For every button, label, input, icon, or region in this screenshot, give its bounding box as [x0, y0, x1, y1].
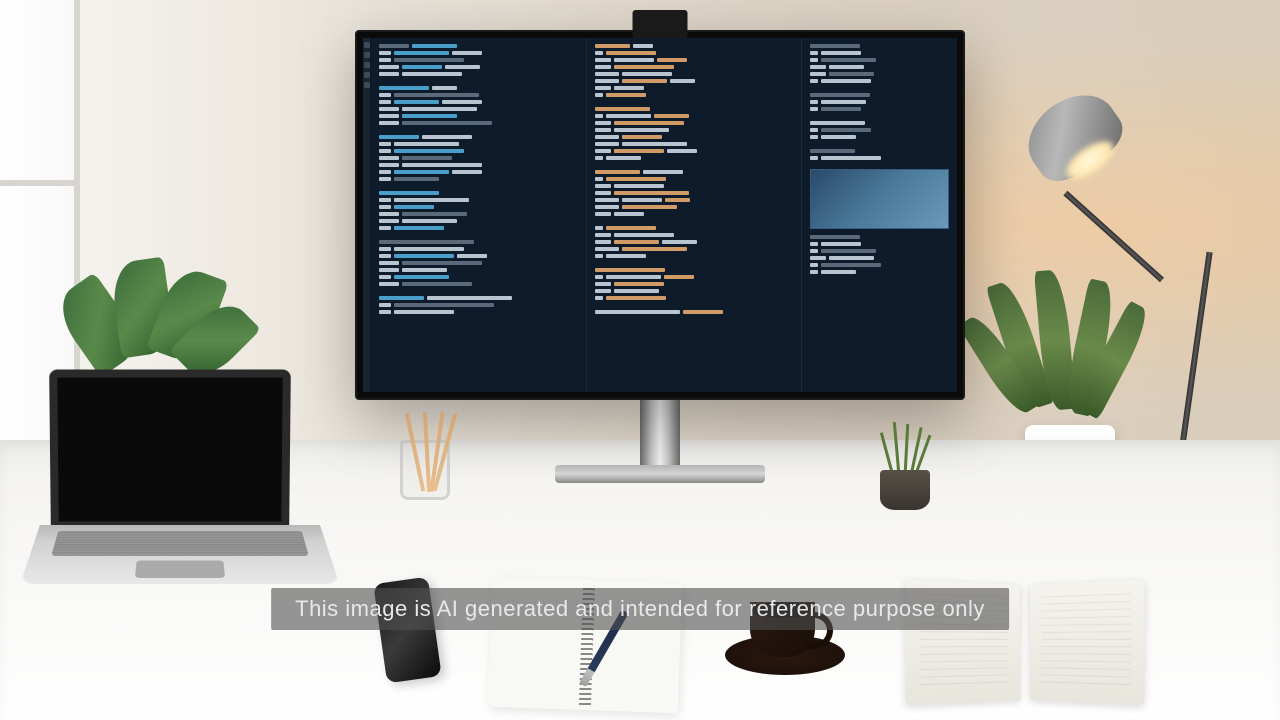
- watermark-text: This image is AI generated and intended …: [295, 596, 985, 621]
- editor-panel-left: [371, 38, 587, 392]
- laptop-screen: [49, 370, 291, 530]
- editor-activity-bar: [363, 38, 371, 392]
- editor-preview-image: [810, 169, 949, 229]
- editor-panel-center: [587, 38, 803, 392]
- lamp-arm: [1176, 252, 1213, 471]
- laptop-keyboard: [20, 525, 339, 584]
- book-page-right: [1030, 580, 1145, 706]
- pencil-holder: [400, 440, 450, 500]
- monitor-stand-base: [555, 465, 765, 483]
- monitor-screen: [363, 38, 957, 392]
- lamp-arm: [1063, 191, 1164, 282]
- monitor-stand-neck: [640, 400, 680, 470]
- editor-panel-right: [802, 38, 957, 392]
- webcam: [633, 10, 688, 38]
- watermark-overlay: This image is AI generated and intended …: [271, 588, 1009, 630]
- plant-pot-small: [880, 470, 930, 510]
- laptop: [40, 370, 300, 600]
- small-plant: [870, 450, 940, 510]
- monitor: [355, 30, 965, 400]
